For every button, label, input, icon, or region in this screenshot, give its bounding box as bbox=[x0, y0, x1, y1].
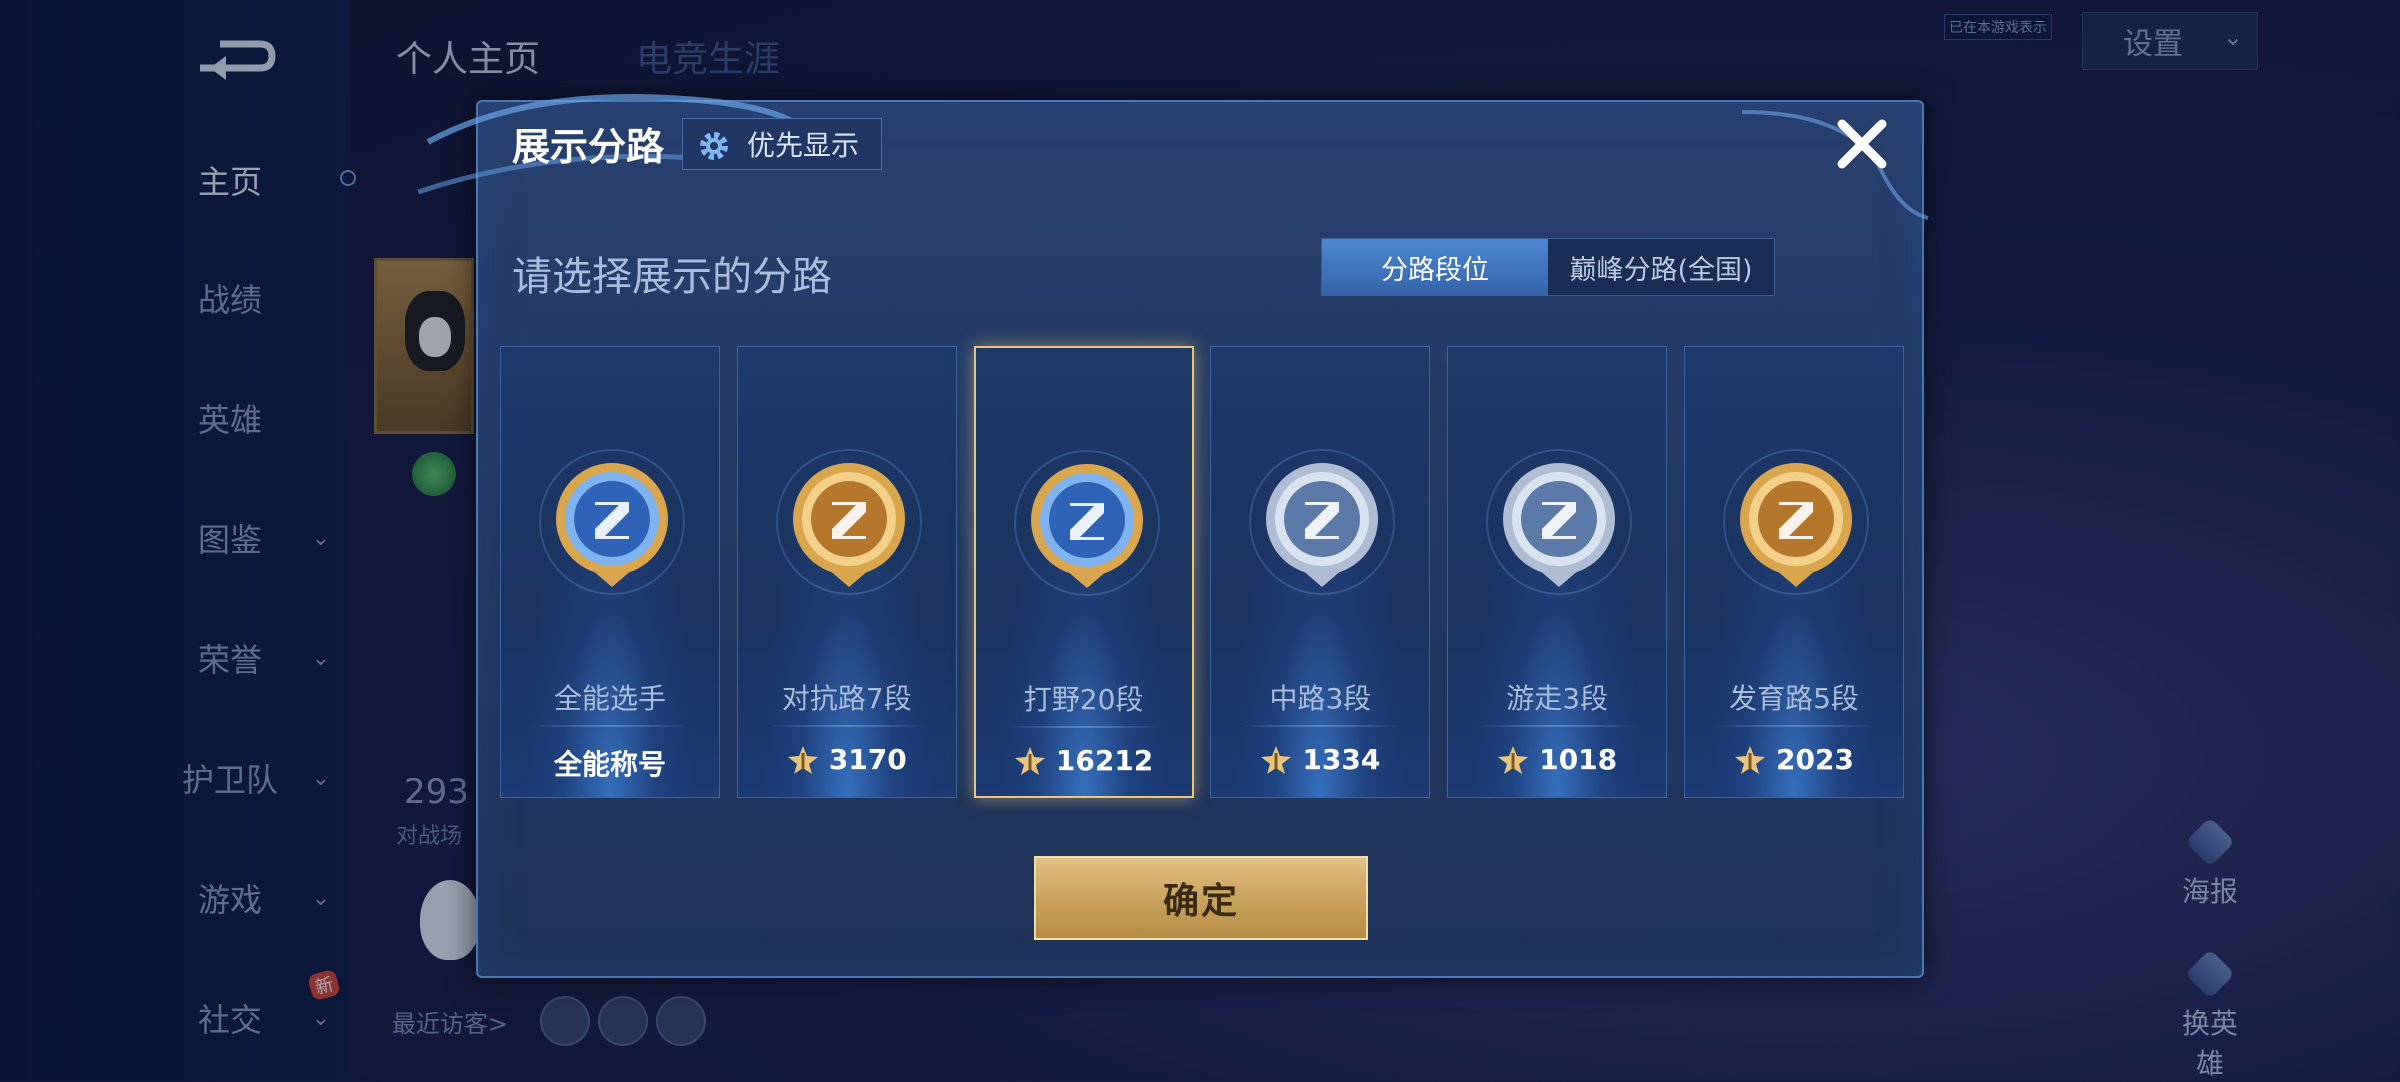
tab-lane-rank[interactable]: 分路段位 bbox=[1322, 239, 1548, 295]
lane-score: 全能称号 bbox=[501, 743, 719, 783]
lane-score: 2023 bbox=[1685, 743, 1903, 776]
divider bbox=[767, 725, 926, 727]
lane-card[interactable]: 发育路5段 2023 bbox=[1684, 346, 1904, 798]
lane-card[interactable]: 打野20段 16212 bbox=[973, 346, 1194, 798]
segmented-control: 分路段位 巅峰分路(全国) bbox=[1321, 238, 1775, 296]
lane-card[interactable]: 全能选手 全能称号 bbox=[500, 346, 720, 798]
lane-card-list: 全能选手 全能称号 对抗路7段 3170 打野20段 16212 中路3段 1334 游走3段 1… bbox=[500, 346, 1904, 800]
lane-card[interactable]: 游走3段 1018 bbox=[1447, 346, 1668, 798]
lane-score-value: 全能称号 bbox=[553, 748, 666, 781]
lane-display-dialog: 展示分路 优先显示 请选择展示的分路 分路段位 巅峰分路(全国) 全能选手全能称… bbox=[418, 94, 1929, 978]
lane-score-value: 1018 bbox=[1539, 743, 1618, 776]
lane-card[interactable]: 对抗路7段 3170 bbox=[736, 346, 957, 798]
lane-score: 1334 bbox=[1211, 743, 1429, 776]
tab-peak-lane[interactable]: 巅峰分路(全国) bbox=[1548, 239, 1774, 295]
confirm-button[interactable]: 确定 bbox=[1034, 856, 1368, 940]
score-icon bbox=[1498, 745, 1529, 774]
score-icon bbox=[1261, 745, 1292, 774]
farm-lane-badge-icon bbox=[1723, 449, 1869, 595]
close-icon[interactable] bbox=[1832, 114, 1892, 174]
lane-name: 中路3段 bbox=[1269, 682, 1372, 715]
divider bbox=[1005, 726, 1162, 728]
lane-score-value: 2023 bbox=[1776, 743, 1854, 776]
lane-name: 全能选手 bbox=[553, 682, 666, 715]
all-round-badge-icon bbox=[539, 449, 685, 595]
lane-score: 3170 bbox=[738, 743, 956, 776]
lane-score: 16212 bbox=[976, 744, 1192, 777]
priority-display-label: 优先显示 bbox=[747, 129, 860, 162]
score-icon bbox=[1014, 746, 1045, 775]
roam-badge-icon bbox=[1486, 449, 1633, 595]
clash-lane-badge-icon bbox=[775, 449, 922, 595]
lane-name: 打野20段 bbox=[1023, 683, 1144, 716]
dialog-title: 展示分路 bbox=[512, 125, 665, 169]
lane-name: 对抗路7段 bbox=[781, 682, 912, 715]
lane-card[interactable]: 中路3段 1334 bbox=[1210, 346, 1431, 798]
divider bbox=[531, 725, 689, 727]
divider bbox=[1241, 725, 1400, 727]
mid-lane-badge-icon bbox=[1249, 449, 1396, 595]
score-icon bbox=[1735, 745, 1766, 774]
lane-name: 发育路5段 bbox=[1729, 682, 1859, 715]
lane-score-value: 1334 bbox=[1302, 743, 1381, 776]
lane-score-value: 3170 bbox=[828, 743, 907, 776]
dialog-subtitle: 请选择展示的分路 bbox=[512, 254, 832, 300]
lane-name: 游走3段 bbox=[1506, 682, 1609, 715]
score-icon bbox=[787, 745, 818, 774]
lane-score: 1018 bbox=[1448, 743, 1666, 776]
priority-display-button[interactable]: 优先显示 bbox=[682, 118, 883, 170]
gear-icon bbox=[700, 132, 728, 160]
divider bbox=[1478, 725, 1637, 727]
lane-score-value: 16212 bbox=[1055, 744, 1154, 777]
jungle-badge-icon bbox=[1013, 450, 1160, 596]
divider bbox=[1715, 725, 1873, 727]
